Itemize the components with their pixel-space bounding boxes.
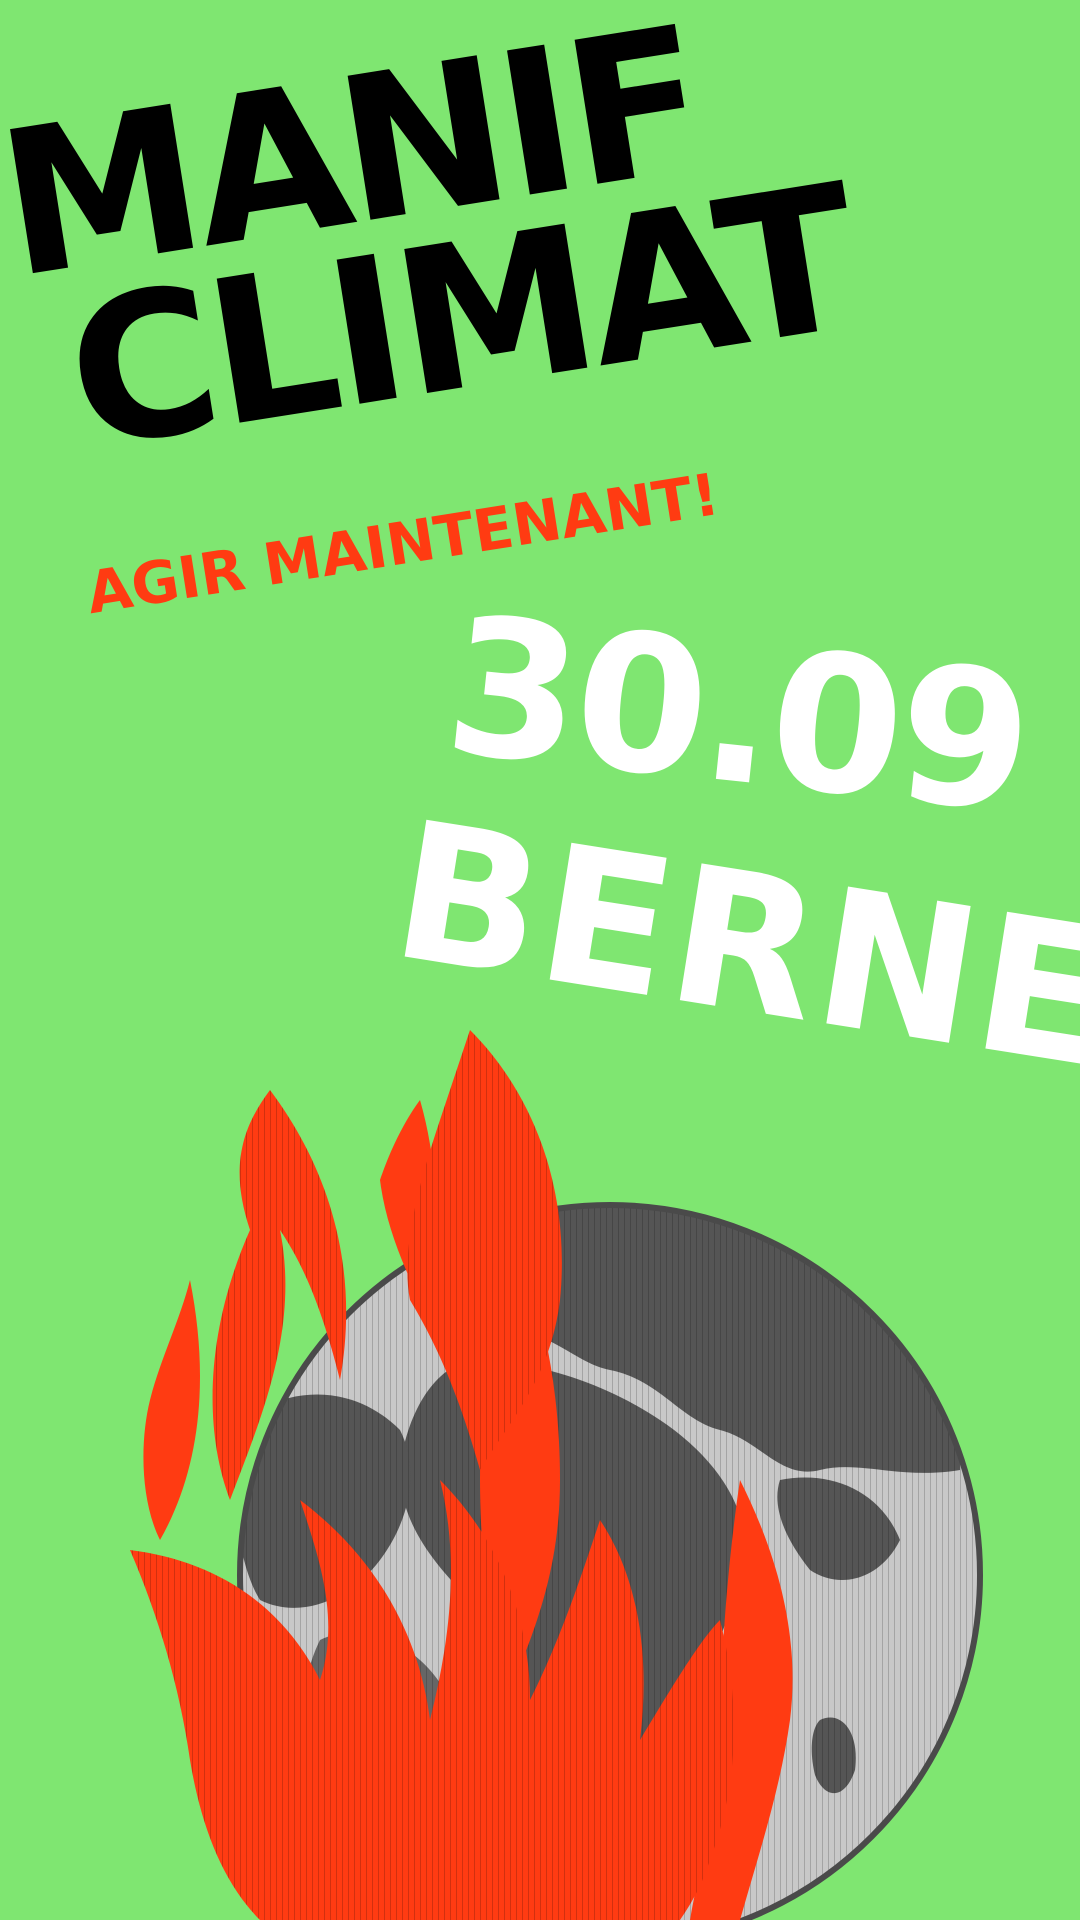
burning-earth-icon: [130, 1030, 983, 1920]
climate-poster: MANIF CLIMAT AGIR MAINTENANT! 30.09 BERN…: [0, 0, 1080, 1920]
poster-headline: MANIF CLIMAT: [0, 0, 868, 495]
